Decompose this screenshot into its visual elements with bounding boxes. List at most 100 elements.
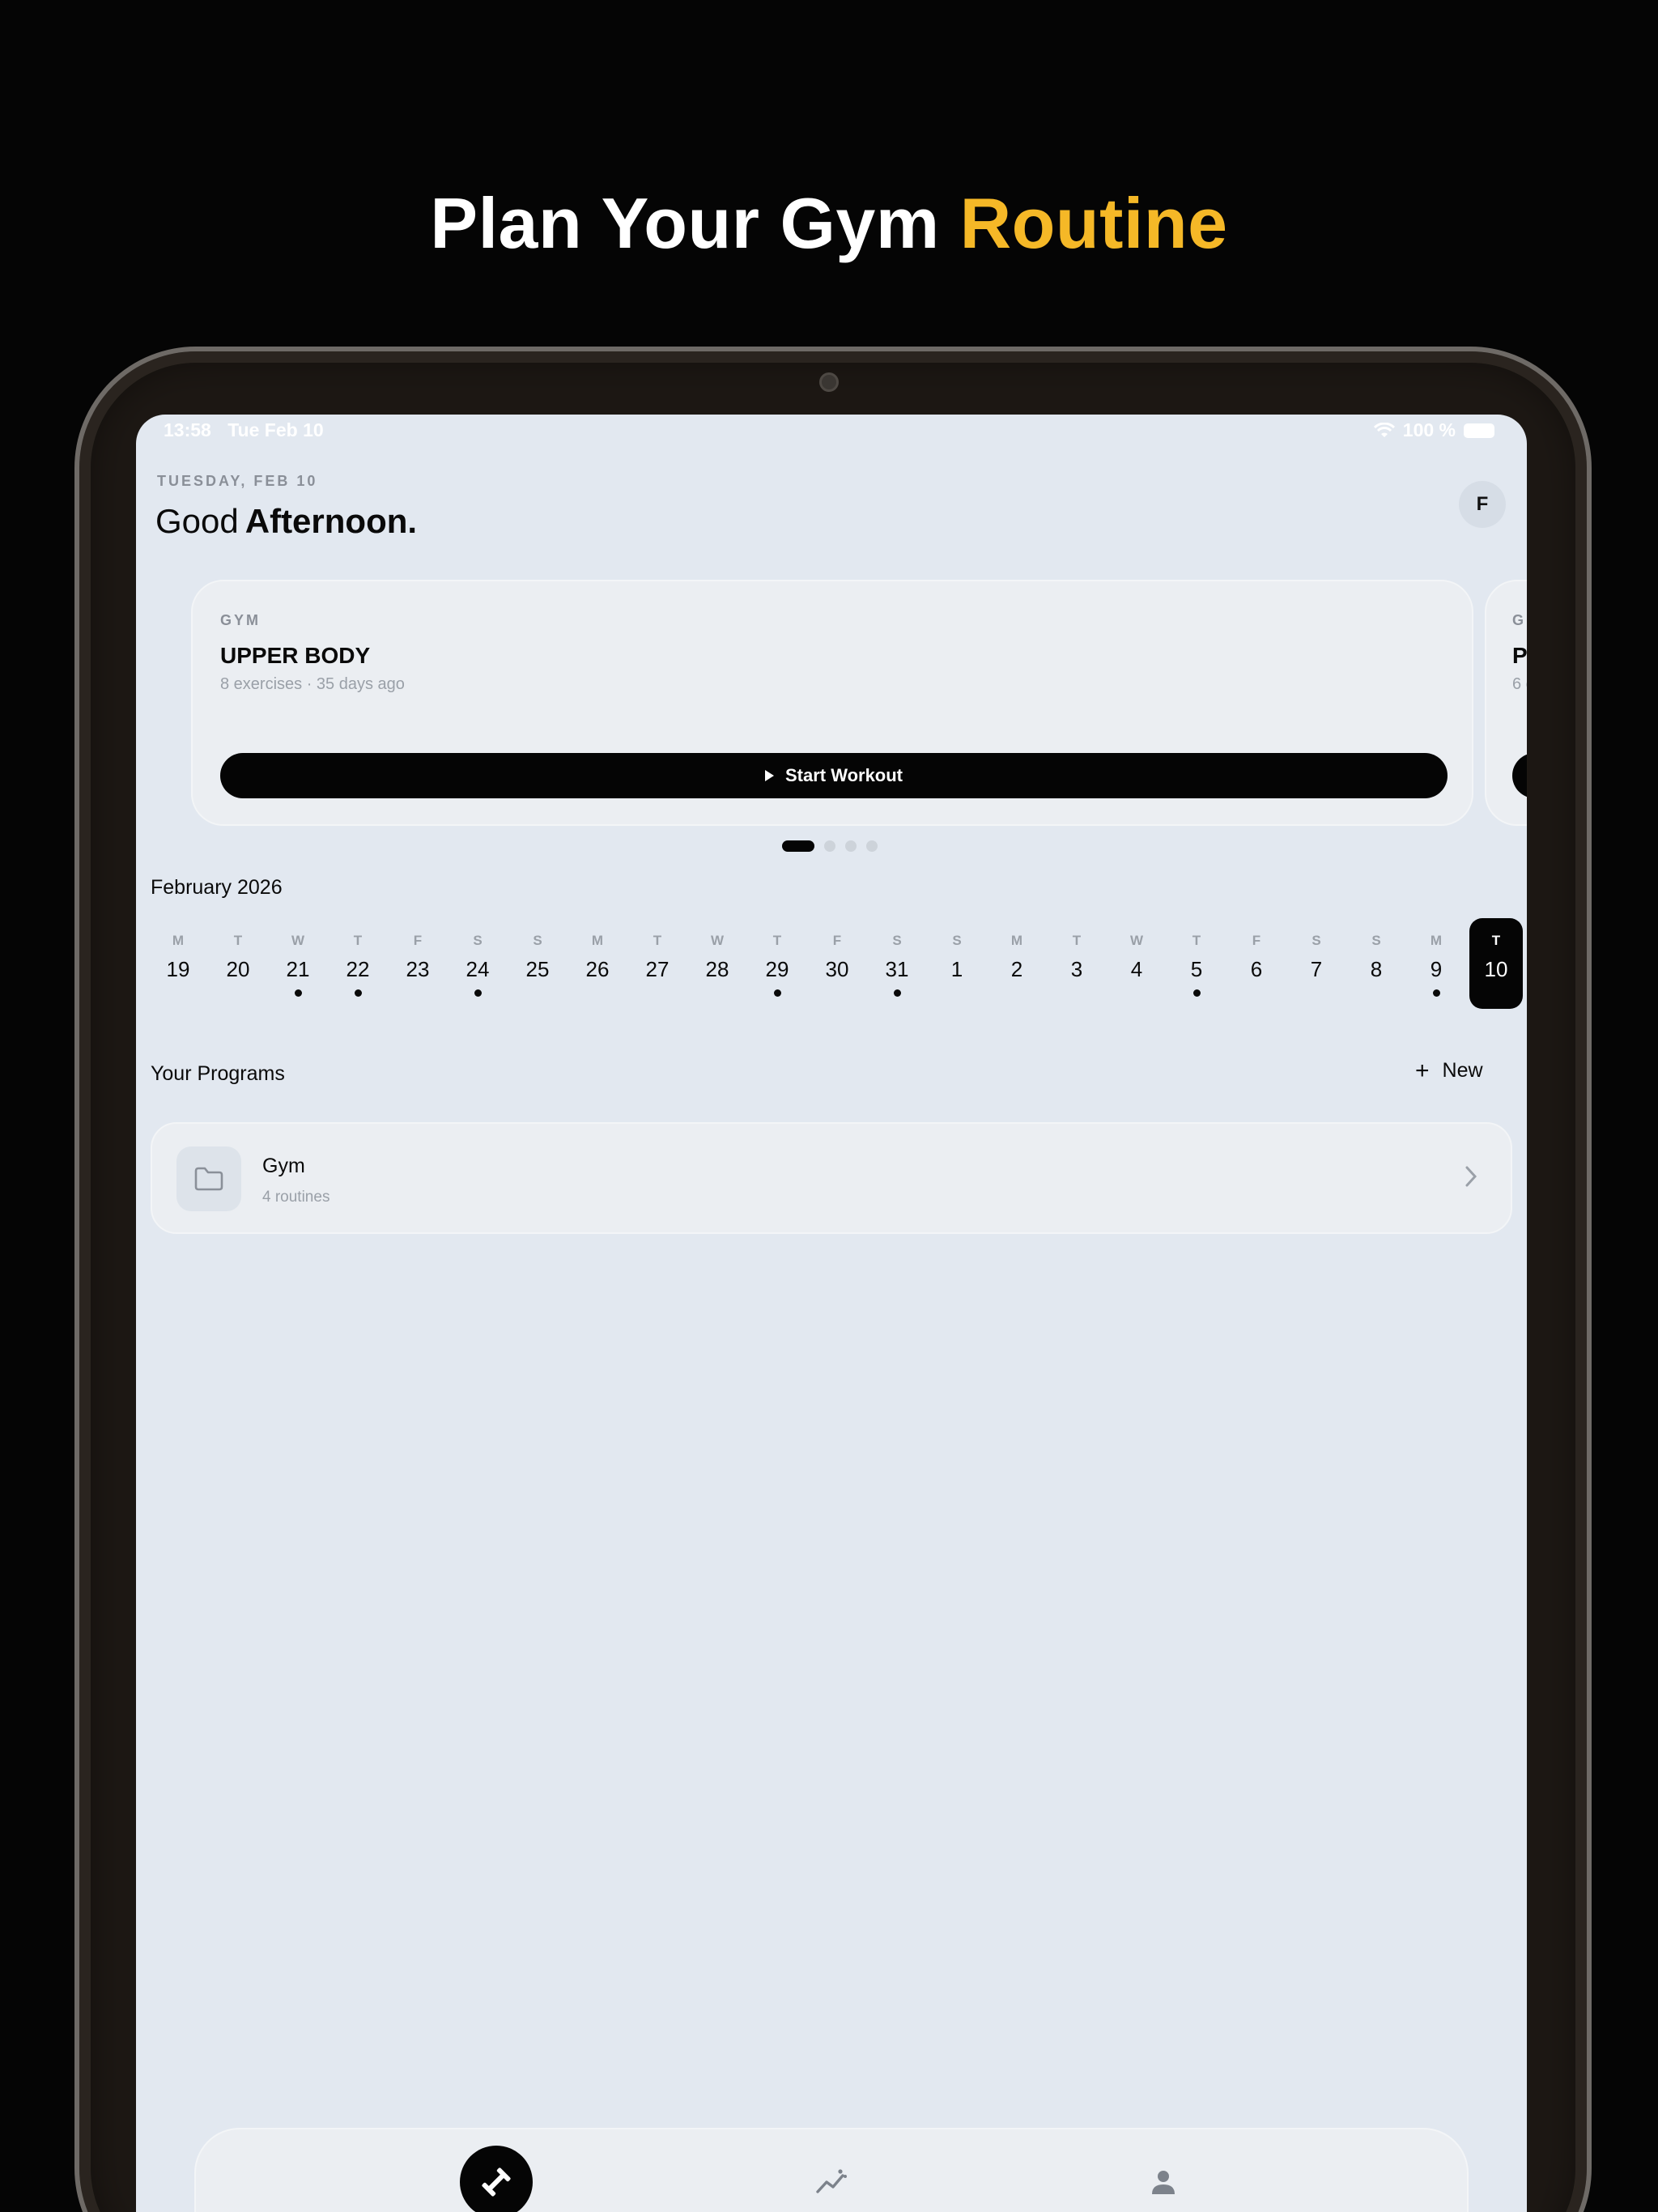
- program-name: Gym: [262, 1155, 305, 1177]
- headline: Plan Your Gym Routine: [0, 182, 1658, 265]
- status-bar-left: 13:58 Tue Feb 10: [164, 419, 335, 441]
- calendar-day[interactable]: W 28: [691, 918, 744, 1009]
- calendar-day[interactable]: S 24: [451, 918, 504, 1009]
- start-workout-label: Start Workout: [784, 765, 903, 785]
- plus-icon: +: [1415, 1057, 1430, 1084]
- bottom-tab-bar: [194, 2128, 1469, 2212]
- calendar-day-letter: T: [233, 933, 243, 948]
- calendar-day-number: 1: [950, 957, 963, 981]
- calendar-day-number: 21: [286, 957, 310, 981]
- workout-card-next-title: Pl: [1512, 643, 1527, 668]
- calendar-day-letter: M: [1010, 933, 1023, 948]
- empty-dot: [654, 989, 661, 997]
- calendar-day[interactable]: S7: [1290, 918, 1343, 1009]
- calendar-day[interactable]: M9: [1409, 918, 1463, 1009]
- calendar-day-letter: T: [1491, 933, 1501, 948]
- calendar-day[interactable]: S 31: [870, 918, 924, 1009]
- calendar-day-number: 5: [1190, 957, 1203, 981]
- workout-card-tag: GYM: [220, 612, 261, 628]
- calendar-day[interactable]: T 20: [211, 918, 265, 1009]
- headline-accent: Routine: [959, 183, 1228, 263]
- empty-dot: [235, 989, 242, 997]
- calendar-day-letter: F: [832, 933, 842, 948]
- calendar-day-number: 24: [466, 957, 490, 981]
- carousel-dot[interactable]: [866, 840, 878, 852]
- empty-dot: [1253, 989, 1261, 997]
- folder-icon: [176, 1146, 241, 1211]
- calendar-day[interactable]: T5: [1170, 918, 1223, 1009]
- empty-dot: [1493, 989, 1500, 997]
- new-program-label: New: [1442, 1059, 1483, 1082]
- calendar-day-letter: T: [353, 933, 363, 948]
- wifi-icon: [1373, 422, 1395, 437]
- calendar-day-letter: W: [710, 933, 725, 948]
- chevron-right-icon: [1465, 1166, 1477, 1187]
- workout-card-subtitle: 8 exercises · 35 days ago: [220, 675, 405, 693]
- carousel-dot[interactable]: [824, 840, 835, 852]
- calendar-day[interactable]: M2: [990, 918, 1044, 1009]
- tab-workouts[interactable]: [460, 2146, 533, 2212]
- calendar-day-letter: S: [533, 933, 542, 948]
- avatar-button[interactable]: F: [1459, 481, 1506, 528]
- carousel-dot[interactable]: [782, 840, 814, 852]
- calendar-day[interactable]: T3: [1050, 918, 1103, 1009]
- app-screen: 13:58 Tue Feb 10 100 % TUESDAY, FEB 10 G…: [136, 415, 1527, 2212]
- calendar-day[interactable]: F6: [1230, 918, 1283, 1009]
- workout-logged-dot: [354, 989, 362, 997]
- workout-logged-dot: [1192, 989, 1201, 997]
- empty-dot: [534, 989, 542, 997]
- workout-card[interactable]: GYM UPPER BODY 8 exercises · 35 days ago…: [191, 580, 1473, 826]
- workout-card-title: UPPER BODY: [220, 643, 371, 668]
- calendar-day[interactable]: M 26: [571, 918, 624, 1009]
- calendar-week-strip[interactable]: M 19 T 20 W 21 T 22 F 23 S 24 S 25 M 26 T 27 W 28 T 29 F 30 S 31 S…: [136, 918, 1527, 1015]
- workout-card-next-subtitle: 6 e: [1512, 675, 1527, 693]
- greeting-bold: Afternoon.: [244, 502, 418, 540]
- calendar-day-letter: F: [413, 933, 423, 948]
- calendar-day-number: 20: [226, 957, 250, 981]
- workout-logged-dot: [294, 989, 302, 997]
- calendar-day[interactable]: T 10: [1469, 918, 1523, 1009]
- calendar-day-letter: S: [892, 933, 902, 948]
- new-program-button[interactable]: + New: [1415, 1057, 1483, 1084]
- profile-icon: [1152, 2171, 1175, 2194]
- calendar-day-number: 30: [825, 957, 849, 981]
- start-workout-button[interactable]: Start Workout: [220, 753, 1448, 798]
- calendar-day-number: 19: [166, 957, 190, 981]
- empty-dot: [1014, 989, 1021, 997]
- empty-dot: [1373, 989, 1380, 997]
- calendar-day[interactable]: S 25: [511, 918, 564, 1009]
- calendar-day[interactable]: W 21: [271, 918, 325, 1009]
- empty-dot: [1133, 989, 1141, 997]
- calendar-day-letter: M: [1430, 933, 1443, 948]
- calendar-day[interactable]: M 19: [151, 918, 205, 1009]
- carousel-dot[interactable]: [845, 840, 857, 852]
- calendar-day-number: 8: [1370, 957, 1383, 981]
- status-time: 13:58: [164, 419, 211, 440]
- workout-card-next-tag: G: [1512, 612, 1524, 628]
- calendar-day-number: 26: [585, 957, 610, 981]
- calendar-day[interactable]: F 23: [391, 918, 444, 1009]
- calendar-day-number: 9: [1430, 957, 1443, 981]
- workout-logged-dot: [1432, 989, 1440, 997]
- workout-logged-dot: [474, 989, 482, 997]
- calendar-day-number: 22: [346, 957, 370, 981]
- calendar-day[interactable]: T 27: [631, 918, 684, 1009]
- greeting: Good Afternoon.: [155, 502, 417, 541]
- calendar-day[interactable]: F 30: [810, 918, 864, 1009]
- play-icon: [764, 770, 774, 781]
- tab-profile[interactable]: [1135, 2154, 1192, 2210]
- empty-dot: [414, 989, 422, 997]
- calendar-day-letter: T: [1192, 933, 1201, 948]
- tab-analytics[interactable]: [803, 2154, 860, 2210]
- calendar-day[interactable]: S1: [930, 918, 984, 1009]
- calendar-day[interactable]: W4: [1110, 918, 1163, 1009]
- workout-card-next[interactable]: G Pl 6 e: [1485, 580, 1527, 826]
- carousel-page-indicator[interactable]: [782, 840, 878, 852]
- calendar-day[interactable]: S8: [1350, 918, 1403, 1009]
- calendar-day[interactable]: T 29: [750, 918, 804, 1009]
- start-workout-button-next[interactable]: [1512, 753, 1527, 798]
- calendar-day-number: 31: [885, 957, 909, 981]
- calendar-day[interactable]: T 22: [331, 918, 385, 1009]
- battery-icon: [1464, 423, 1494, 438]
- program-row-gym[interactable]: Gym 4 routines: [151, 1122, 1512, 1234]
